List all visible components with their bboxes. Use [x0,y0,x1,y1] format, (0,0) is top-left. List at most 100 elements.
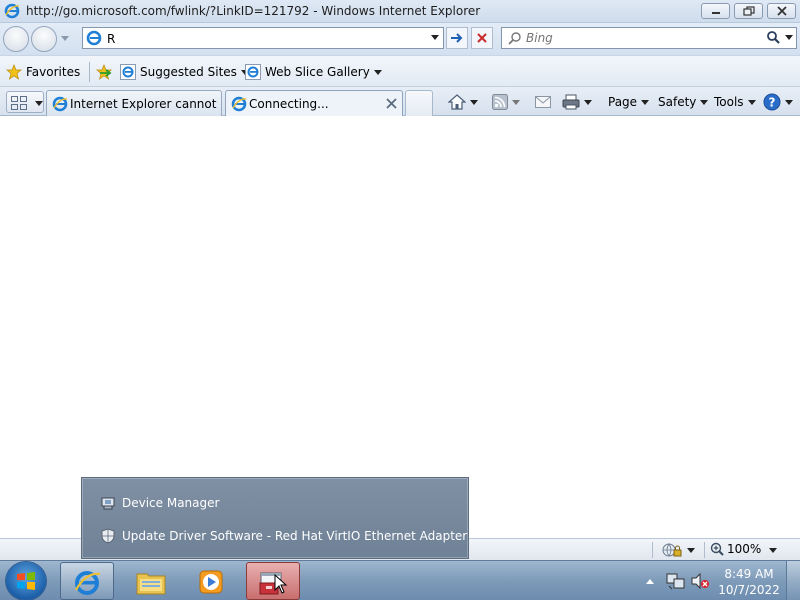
add-favorite-icon [96,64,112,80]
start-button[interactable] [6,562,46,600]
volume-muted-icon[interactable] [690,572,710,590]
taskbar-media-player[interactable] [184,562,238,600]
web-slice-gallery-link[interactable]: Web Slice Gallery [245,62,382,82]
jump-list-label: Update Driver Software - Red Hat VirtIO … [122,529,468,543]
suggested-sites-label: Suggested Sites [140,65,237,79]
favorites-divider [89,62,90,82]
recent-pages-dropdown-icon[interactable] [61,34,69,42]
jump-list-label: Device Manager [122,496,220,510]
windows-logo-icon [17,572,35,590]
read-mail-button[interactable] [535,92,551,112]
taskbar-windows-explorer[interactable] [124,562,178,600]
print-button[interactable] [562,92,592,112]
taskbar-jump-list: Device Manager Update Driver Software - … [81,477,469,559]
home-button[interactable] [448,92,478,112]
search-input[interactable] [526,30,756,46]
network-icon[interactable] [666,572,686,590]
svg-text:?: ? [769,96,776,110]
chevron-down-icon [687,548,695,553]
help-button[interactable]: ? [763,92,793,112]
tab-cannot-display[interactable]: Internet Explorer cannot di... [46,90,222,116]
minimize-icon [711,12,720,14]
search-box[interactable] [501,27,797,49]
forward-button[interactable] [31,26,57,52]
close-tab-icon[interactable] [386,98,397,109]
jump-list-item-update-driver[interactable]: Update Driver Software - Red Hat VirtIO … [100,526,467,546]
minimize-button[interactable] [701,3,730,19]
zoom-dropdown-icon[interactable] [769,548,777,553]
go-button[interactable] [446,27,468,49]
safety-menu-label: Safety [658,95,697,109]
show-desktop-button[interactable] [786,561,800,600]
close-window-button[interactable] [767,3,796,19]
chevron-down-icon[interactable] [470,99,478,105]
status-divider [652,542,653,558]
folder-icon [136,573,166,595]
favorites-button[interactable]: Favorites [6,62,80,82]
navigation-bar: R [0,23,800,55]
suggested-sites-link[interactable]: Suggested Sites [120,62,249,82]
zoom-level-button[interactable]: 100% [710,542,761,556]
address-dropdown-icon[interactable] [431,35,439,41]
show-hidden-icons-icon[interactable] [646,578,654,584]
status-divider [704,542,705,558]
search-options-dropdown-icon[interactable] [785,35,793,41]
close-icon [776,6,787,16]
protected-mode-button[interactable] [661,542,695,561]
title-bar[interactable]: http://go.microsoft.com/fwlink/?LinkID=1… [0,0,800,23]
quick-tabs-button[interactable] [6,91,44,113]
tab-label: Internet Explorer cannot di... [70,97,221,111]
mail-icon [535,96,551,108]
ie-icon [4,3,20,19]
tools-menu-label: Tools [714,95,744,109]
bing-search-icon [508,32,521,45]
add-to-favorites-bar-button[interactable] [96,62,114,82]
globe-lock-icon [662,543,682,557]
search-icon[interactable] [765,30,781,46]
taskbar: 8:49 AM 10/7/2022 [0,560,800,600]
system-clock[interactable]: 8:49 AM 10/7/2022 [716,566,782,598]
media-player-icon [199,570,223,594]
ie-icon [75,571,101,595]
taskbar-internet-explorer[interactable] [60,562,114,600]
page-menu[interactable]: Page [608,92,650,112]
chevron-down-icon [373,69,382,75]
jump-list-item-device-manager[interactable]: Device Manager [100,493,219,513]
mouse-cursor-icon [274,574,288,594]
chevron-down-icon [785,99,793,105]
new-tab-button[interactable] [405,90,433,116]
page-content[interactable] [0,116,800,538]
home-icon [448,94,466,110]
tab-list-dropdown-icon [35,101,43,106]
taskbar-computer-management[interactable] [246,562,300,600]
tab-connecting[interactable]: Connecting... [225,90,403,116]
tools-menu[interactable]: Tools [714,92,756,112]
chevron-down-icon [700,99,709,105]
help-icon: ? [763,93,781,111]
ie-icon [52,96,68,112]
stop-button[interactable] [471,27,493,49]
stop-icon [477,33,487,43]
favorites-bar: Favorites Suggested Sites Web Slice Gall… [0,55,800,87]
restore-button[interactable] [734,3,763,19]
window-title: http://go.microsoft.com/fwlink/?LinkID=1… [26,4,481,18]
tab-bar: Internet Explorer cannot di... Connectin… [0,87,800,116]
chevron-down-icon [747,99,756,105]
ie-icon [245,64,261,80]
back-button[interactable] [3,26,29,52]
page-menu-label: Page [608,95,638,109]
chevron-down-icon [641,99,650,105]
arrow-right-icon [451,33,463,43]
page-ie-icon [86,30,102,46]
feeds-button[interactable] [492,92,520,112]
favorites-label: Favorites [26,65,81,79]
address-bar[interactable]: R [82,27,444,49]
chevron-down-icon[interactable] [584,99,592,105]
address-input[interactable]: R [107,32,115,46]
tab-label: Connecting... [249,97,329,111]
clock-time: 8:49 AM [724,567,774,581]
favorites-star-icon [6,64,22,80]
device-manager-icon [101,497,115,510]
safety-menu[interactable]: Safety [658,92,709,112]
chevron-down-icon[interactable] [512,99,520,105]
